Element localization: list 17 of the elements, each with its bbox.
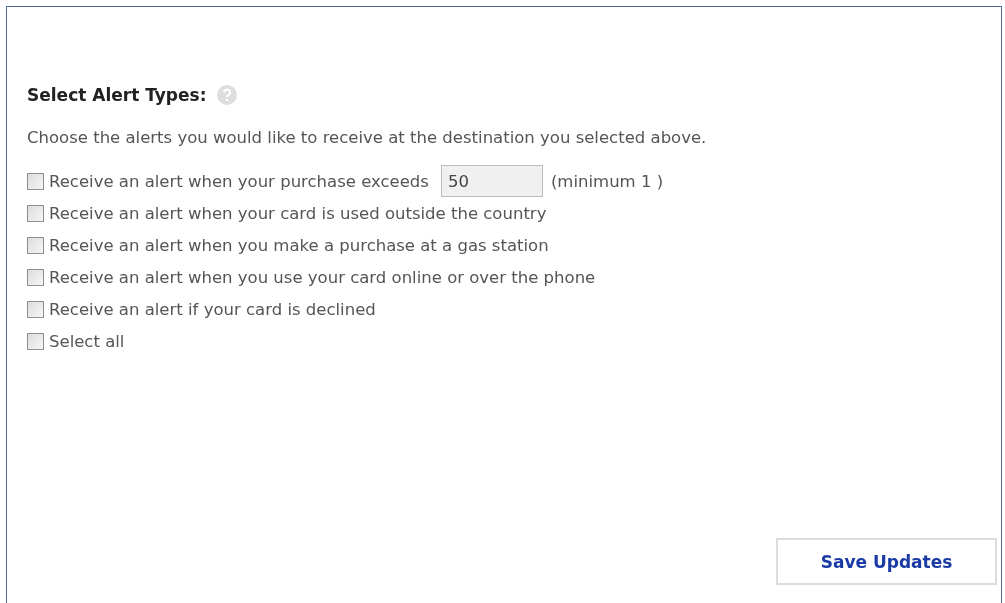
amount-field[interactable]: 50	[440, 165, 543, 197]
checkbox[interactable]	[27, 332, 44, 350]
checkbox[interactable]	[27, 268, 44, 286]
option-label: Receive an alert if your card is declined	[49, 299, 376, 319]
option-label: Receive an alert when you use your card online or over the phone	[49, 267, 596, 287]
minimum-note: (minimum 1 )	[550, 171, 664, 191]
description-text: Choose the alerts you would like to receive at the destination you selected above.	[27, 128, 708, 147]
option-label: Select all	[49, 331, 125, 351]
save-updates-button[interactable]: Save Updates	[776, 538, 997, 585]
option-label: Receive an alert when you make a purchase at a gas station	[49, 235, 549, 255]
checkbox[interactable]	[27, 172, 44, 190]
section-title: Select Alert Types:	[27, 85, 207, 105]
checkbox[interactable]	[27, 204, 44, 222]
checkbox[interactable]	[27, 300, 44, 318]
checkbox[interactable]	[27, 236, 44, 254]
option-label: Receive an alert when your purchase exceeds	[49, 171, 429, 191]
option-label: Receive an alert when your card is used outside the country	[49, 203, 547, 223]
